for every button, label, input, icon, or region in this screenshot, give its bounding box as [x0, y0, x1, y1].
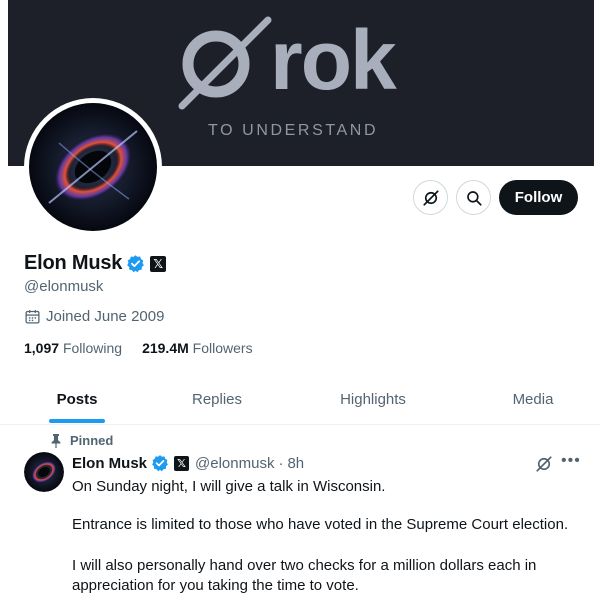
profile-stats: 1,097 Following 219.4M Followers [24, 340, 273, 356]
follow-button[interactable]: Follow [499, 180, 578, 215]
following-count: 1,097 [24, 340, 60, 356]
post-avatar-image [24, 452, 64, 492]
banner-tagline: TO UNDERSTAND [208, 122, 379, 139]
x-affiliation-badge[interactable]: 𝕏 [150, 255, 167, 272]
profile-avatar[interactable] [24, 98, 162, 236]
tab-media[interactable]: Media [466, 375, 600, 423]
joined-text: Joined June 2009 [46, 308, 165, 325]
banner-logo-text: rok [270, 13, 397, 107]
tab-replies-label: Replies [191, 390, 243, 408]
avatar-image [29, 103, 157, 231]
post-separator: · [278, 454, 284, 472]
verified-badge-icon[interactable] [151, 454, 169, 472]
verified-badge-icon[interactable] [126, 254, 145, 273]
tab-highlights-label: Highlights [340, 390, 406, 408]
post-paragraph: Entrance is limited to those who have vo… [72, 516, 569, 533]
profile-handle: @elonmusk [24, 278, 104, 295]
post-author-name[interactable]: Elon Musk [72, 455, 147, 472]
search-icon [466, 190, 482, 206]
pinned-indicator: Pinned [50, 433, 113, 448]
active-tab-indicator [49, 419, 105, 423]
grok-icon[interactable] [535, 455, 553, 473]
following-label: Following [62, 340, 123, 356]
post-author-handle[interactable]: @elonmusk [195, 455, 274, 472]
profile-name: Elon Musk [24, 252, 123, 274]
profile-tabs: Posts Replies Highlights Media [0, 375, 600, 425]
followers-label: Followers [192, 340, 253, 356]
followers-count: 219.4M [142, 340, 189, 356]
tab-replies[interactable]: Replies [154, 375, 280, 423]
tab-posts[interactable]: Posts [0, 375, 154, 423]
post-header: Elon Musk 𝕏 @elonmusk · 8h [72, 454, 304, 472]
more-options-icon[interactable]: ••• [561, 452, 581, 470]
grok-icon [422, 189, 439, 206]
following-link[interactable]: 1,097 Following [24, 340, 122, 356]
post-paragraph: I will also personally hand over two che… [72, 557, 537, 594]
calendar-icon [25, 310, 40, 324]
profile-name-row: Elon Musk 𝕏 [24, 252, 167, 275]
tab-media-label: Media [512, 390, 554, 408]
post-author-avatar[interactable] [24, 452, 64, 492]
grok-button[interactable] [413, 180, 448, 215]
tab-posts-label: Posts [56, 390, 98, 408]
pinned-label: Pinned [70, 433, 114, 448]
joined-date: Joined June 2009 [24, 308, 164, 325]
followers-link[interactable]: 219.4M Followers [142, 340, 253, 356]
pin-icon [51, 433, 61, 448]
search-button[interactable] [456, 180, 491, 215]
tab-highlights[interactable]: Highlights [280, 375, 466, 423]
post-paragraph: On Sunday night, I will give a talk in W… [72, 478, 386, 495]
x-affiliation-badge[interactable]: 𝕏 [174, 455, 190, 471]
post-time[interactable]: 8h [287, 455, 304, 472]
